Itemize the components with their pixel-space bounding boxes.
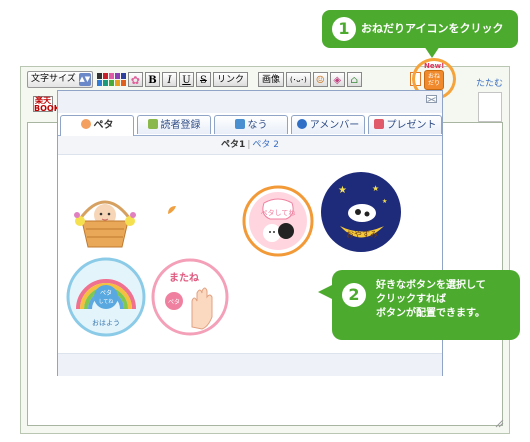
- svg-text:おやすみ: おやすみ: [346, 230, 378, 239]
- color-swatch[interactable]: [108, 72, 114, 79]
- svg-text:ペタしてね: ペタしてね: [261, 208, 296, 217]
- face-icon[interactable]: ☺: [312, 71, 328, 87]
- tab-present[interactable]: プレゼント: [368, 115, 442, 134]
- collapse-link[interactable]: たたむ: [476, 76, 503, 89]
- popup-footer: [58, 353, 442, 376]
- nau-icon: [234, 119, 245, 129]
- sticker-icon[interactable]: ◈: [329, 71, 345, 87]
- footprint-icon: [80, 119, 91, 129]
- svg-text:★: ★: [382, 198, 387, 205]
- tab-peta[interactable]: ペタ: [60, 115, 134, 136]
- step-2-badge: 2: [342, 283, 366, 307]
- resize-grip-icon[interactable]: [494, 418, 504, 428]
- callout-1-tail: [424, 46, 440, 58]
- tab-label: アメンバー: [309, 120, 360, 131]
- tab-label: なう: [247, 120, 268, 131]
- callout-2-line: クリックすれば: [376, 294, 446, 305]
- color-swatch[interactable]: [96, 79, 102, 86]
- gift-icon: [373, 119, 384, 129]
- hint-box: [478, 92, 502, 122]
- page-tab-separator: |: [247, 140, 251, 150]
- svg-text:★: ★: [338, 185, 347, 196]
- rainbow-peta-icon[interactable]: ペタ してね おはよう: [66, 257, 146, 337]
- callout-1-text: おねだりアイコンをクリック: [361, 22, 504, 35]
- bold-button[interactable]: B: [144, 71, 160, 87]
- underline-button[interactable]: U: [178, 71, 194, 87]
- tab-reader-register[interactable]: 読者登録: [137, 115, 211, 134]
- rakuten-books-button[interactable]: 楽天 BOOKS: [33, 96, 66, 113]
- matane-icon[interactable]: またね ペタ: [150, 257, 230, 337]
- svg-text:★: ★: [372, 184, 379, 193]
- image-button[interactable]: 画像: [257, 71, 284, 87]
- font-size-select[interactable]: 文字サイズ ▲▼: [27, 70, 93, 88]
- font-size-label: 文字サイズ: [31, 73, 76, 84]
- callout-2-line: ボタンが配置できます。: [376, 308, 485, 319]
- color-swatch[interactable]: [120, 72, 126, 79]
- tab-label: プレゼント: [386, 120, 437, 131]
- editor-toolbar: 文字サイズ ▲▼ ✿ B I U S リンク 画像 (･ᴗ･) ☺ ◈ ⌂: [27, 70, 362, 88]
- color-swatch[interactable]: [114, 72, 120, 79]
- flower-icon[interactable]: ✿: [127, 71, 143, 87]
- reader-icon: [147, 119, 158, 129]
- page-tabs: ペタ1 | ペタ 2: [58, 136, 442, 155]
- svg-text:おはよう: おはよう: [92, 319, 120, 327]
- step-1-badge: 1: [332, 17, 356, 41]
- svg-text:ペタ: ペタ: [100, 289, 112, 297]
- tab-amember[interactable]: アメンバー: [291, 115, 365, 134]
- page-tab-current: ペタ1: [221, 140, 246, 150]
- popup-tabs: ペタ 読者登録 なう アメンバー プレゼント: [58, 113, 442, 136]
- tab-nau[interactable]: なう: [214, 115, 288, 134]
- popup-header: [58, 91, 442, 113]
- amember-icon: [296, 119, 307, 129]
- strike-button[interactable]: S: [195, 71, 211, 87]
- color-swatch[interactable]: [114, 79, 120, 86]
- color-swatch[interactable]: [120, 79, 126, 86]
- baby-basket-icon[interactable]: [70, 191, 140, 253]
- oyasumi-icon[interactable]: ★ ★ ★ おやすみ: [320, 171, 402, 253]
- svg-text:またね: またね: [169, 272, 199, 284]
- link-button[interactable]: リンク: [212, 71, 248, 87]
- chevron-down-icon: ▲▼: [78, 72, 91, 86]
- mail-icon[interactable]: [426, 95, 437, 103]
- callout-2-text: 好きなボタンを選択して クリックすれば ボタンが配置できます。: [376, 279, 486, 321]
- svg-text:してね: してね: [99, 299, 114, 305]
- page-tab-2[interactable]: ペタ 2: [252, 140, 279, 150]
- tab-label: 読者登録: [160, 120, 201, 131]
- text-color-palette[interactable]: [96, 72, 126, 86]
- italic-button[interactable]: I: [161, 71, 177, 87]
- peta-shitene-icon[interactable]: ペタしてね: [242, 185, 314, 257]
- callout-2-line: 好きなボタンを選択して: [376, 280, 486, 291]
- house-icon[interactable]: ⌂: [346, 71, 362, 87]
- butterfly-icon: [168, 206, 176, 214]
- color-swatch[interactable]: [102, 72, 108, 79]
- svg-text:ペタ: ペタ: [168, 298, 180, 306]
- color-swatch[interactable]: [108, 79, 114, 86]
- tab-label: ペタ: [93, 120, 114, 131]
- emoji-button[interactable]: (･ᴗ･): [285, 71, 311, 87]
- color-swatch[interactable]: [102, 79, 108, 86]
- color-swatch[interactable]: [96, 72, 102, 79]
